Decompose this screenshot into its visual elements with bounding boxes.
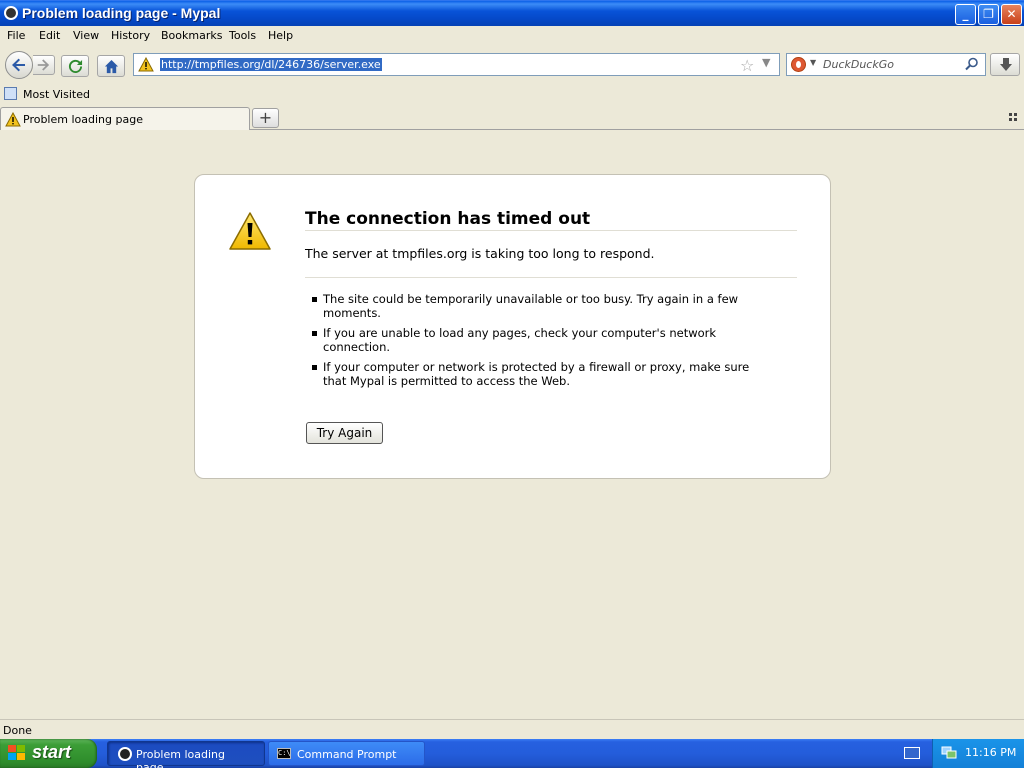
- menu-tools[interactable]: Tools: [229, 29, 256, 42]
- system-tray: 11:16 PM: [932, 739, 1024, 768]
- back-button[interactable]: [5, 51, 33, 79]
- mypal-app-icon[interactable]: [4, 6, 18, 20]
- menu-view[interactable]: View: [73, 29, 99, 42]
- search-engine-dropdown-icon[interactable]: ▼: [810, 58, 816, 67]
- close-button[interactable]: ✕: [1001, 4, 1022, 25]
- taskbar-item-mypal[interactable]: Problem loading page...: [107, 741, 265, 768]
- navigation-toolbar: http://tmpfiles.org/dl/246736/server.exe…: [0, 46, 1024, 84]
- url-text[interactable]: http://tmpfiles.org/dl/246736/server.exe: [160, 58, 382, 71]
- try-again-button[interactable]: Try Again: [306, 422, 383, 444]
- taskbar-item-label: Problem loading page...: [136, 748, 225, 768]
- error-suggestions: The site could be temporarily unavailabl…: [310, 292, 770, 394]
- back-arrow-icon: [12, 58, 25, 72]
- warning-icon: [5, 112, 21, 127]
- menu-bookmarks[interactable]: Bookmarks: [161, 29, 222, 42]
- error-description: The server at tmpfiles.org is taking too…: [305, 246, 655, 261]
- page-content: The connection has timed out The server …: [0, 131, 1024, 719]
- url-dropdown-icon[interactable]: ▼: [762, 56, 770, 69]
- start-label: start: [32, 742, 72, 762]
- status-bar: Done: [0, 719, 1024, 739]
- tab-label: Problem loading page: [23, 113, 143, 126]
- download-arrow-icon: [1000, 58, 1012, 71]
- search-input[interactable]: DuckDuckGo: [823, 58, 894, 71]
- divider: [305, 277, 797, 278]
- status-text: Done: [3, 724, 32, 737]
- duckduckgo-icon[interactable]: [791, 57, 806, 72]
- bookmark-star-icon[interactable]: ☆: [740, 56, 754, 75]
- minimize-button[interactable]: _: [955, 4, 976, 25]
- home-button[interactable]: [97, 55, 125, 77]
- list-item: If your computer or network is protected…: [310, 360, 770, 388]
- url-bar[interactable]: http://tmpfiles.org/dl/246736/server.exe…: [133, 53, 780, 76]
- menu-edit[interactable]: Edit: [39, 29, 60, 42]
- error-title: The connection has timed out: [305, 209, 591, 229]
- taskbar-item-command-prompt[interactable]: C:\ Command Prompt: [268, 741, 425, 766]
- tab-strip: Problem loading page +: [0, 106, 1024, 130]
- downloads-button[interactable]: [990, 53, 1020, 76]
- most-visited-bookmark[interactable]: Most Visited: [23, 88, 90, 101]
- start-button[interactable]: start: [0, 739, 97, 768]
- network-icon[interactable]: [941, 746, 957, 760]
- window-title: Problem loading page - Mypal: [22, 5, 221, 21]
- new-tab-button[interactable]: +: [252, 108, 279, 128]
- keyboard-language-icon[interactable]: [904, 747, 920, 759]
- warning-icon: [229, 212, 271, 250]
- home-icon: [104, 59, 119, 74]
- menu-history[interactable]: History: [111, 29, 150, 42]
- title-bar[interactable]: Problem loading page - Mypal _ ❐ ✕: [0, 0, 1024, 26]
- bookmarks-toolbar: Most Visited: [0, 84, 1024, 106]
- clock[interactable]: 11:16 PM: [965, 746, 1016, 759]
- taskbar: start Problem loading page... C:\ Comman…: [0, 739, 1024, 768]
- search-icon[interactable]: [965, 57, 979, 71]
- warning-icon: [138, 57, 154, 72]
- menu-file[interactable]: File: [7, 29, 25, 42]
- forward-button[interactable]: [33, 55, 55, 75]
- menu-help[interactable]: Help: [268, 29, 293, 42]
- divider: [305, 230, 797, 231]
- list-item: The site could be temporarily unavailabl…: [310, 292, 770, 320]
- all-tabs-icon[interactable]: [1009, 113, 1019, 123]
- tab-problem-loading-page[interactable]: Problem loading page: [0, 107, 250, 130]
- menu-bar: File Edit View History Bookmarks Tools H…: [0, 26, 1024, 46]
- most-visited-folder-icon[interactable]: [4, 87, 17, 100]
- reload-icon: [68, 59, 83, 73]
- mypal-app-icon: [118, 747, 132, 761]
- command-prompt-icon: C:\: [277, 748, 291, 759]
- list-item: If you are unable to load any pages, che…: [310, 326, 770, 354]
- search-bar[interactable]: ▼ DuckDuckGo: [786, 53, 986, 76]
- taskbar-item-label: Command Prompt: [297, 748, 397, 761]
- maximize-button[interactable]: ❐: [978, 4, 999, 25]
- error-box: The connection has timed out The server …: [194, 174, 831, 479]
- windows-logo-icon: [8, 745, 26, 762]
- reload-button[interactable]: [61, 55, 89, 77]
- forward-arrow-icon: [37, 59, 50, 71]
